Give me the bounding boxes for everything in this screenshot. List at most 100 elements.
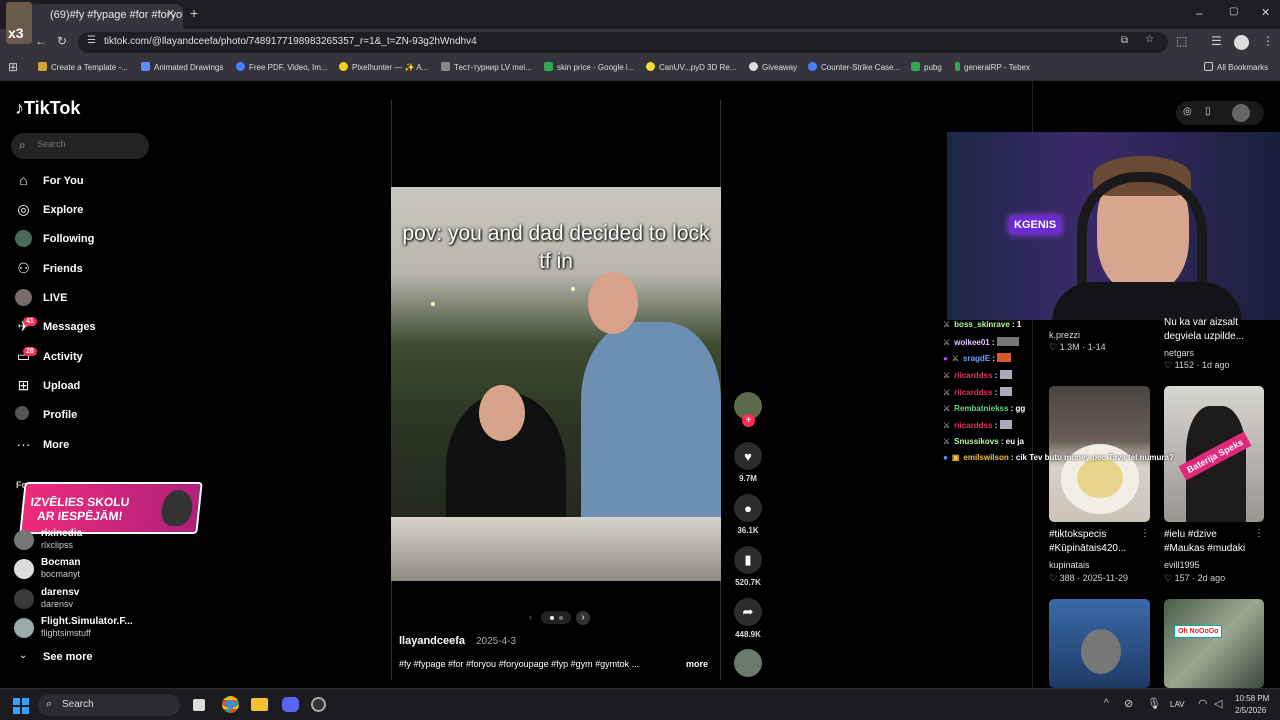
back-icon[interactable]: ← — [35, 34, 47, 48]
account-flightsim[interactable]: Flight.Simulator.F... flightsimstuff — [14, 616, 164, 642]
share-button[interactable]: ➦ 448.9K — [733, 598, 763, 639]
phone-icon[interactable]: ▯ — [1205, 106, 1211, 117]
media-icon[interactable]: ☰ — [1211, 34, 1222, 48]
account-name: Flight.Simulator.F... — [41, 616, 133, 627]
ad-banner[interactable]: IZVĒLIES SKOLU AR IESPĒJĀM! — [19, 482, 203, 534]
card-author: k.prezzi — [1049, 330, 1081, 340]
account-name: rixinedia — [41, 528, 83, 539]
card-options-icon[interactable]: ⋮ — [1140, 528, 1150, 539]
bookmark-4[interactable]: Тест-турнир LV mei... — [441, 62, 532, 72]
nav-label: Friends — [43, 263, 83, 275]
new-tab-icon[interactable]: + — [190, 5, 198, 21]
bookmark-0[interactable]: Create a Template -... — [38, 62, 128, 72]
star-icon[interactable]: ☆ — [1145, 34, 1154, 45]
site-info-icon[interactable]: ☰ — [87, 35, 96, 46]
emote-icon — [996, 337, 1019, 346]
minimize-icon[interactable]: – — [1196, 6, 1203, 20]
maximize-icon[interactable]: ▢ — [1229, 6, 1238, 17]
profile-icon[interactable] — [1234, 35, 1249, 50]
card-caption-line2: degviela uzpilde... — [1164, 331, 1245, 342]
wifi-icon[interactable]: ◠ — [1198, 697, 1208, 710]
search-box[interactable]: ⌕ — [11, 133, 149, 159]
clock-time[interactable]: 10:58 PM — [1235, 694, 1269, 703]
close-icon[interactable]: ✕ — [166, 7, 175, 20]
account-bocman[interactable]: Bocman bocmanyt — [14, 557, 164, 583]
bookmark-9[interactable]: pubg — [911, 62, 942, 72]
search-icon: ⌕ — [46, 698, 53, 710]
menu-icon[interactable]: ⋮ — [1262, 34, 1274, 48]
chat-line-5: ⚔ Rembatniekss : gg — [943, 404, 1026, 413]
pilot-helmet — [1081, 629, 1121, 674]
card-meta: ♡ 1.3M · 1-14 — [1049, 342, 1106, 352]
cast-icon[interactable]: ⧉ — [1121, 35, 1128, 46]
dot — [559, 616, 563, 620]
window-close-icon[interactable]: ✕ — [1261, 6, 1270, 19]
card-caption-line1: #tiktokspecis — [1049, 529, 1107, 540]
sword-icon: ⚔ — [943, 320, 951, 329]
follow-plus-icon[interactable]: + — [742, 414, 755, 427]
clock-date[interactable]: 2/5/2026 — [1235, 706, 1266, 715]
post-photo[interactable]: pov: you and dad decided to lock tf in — [391, 187, 721, 581]
tiktok-logo[interactable]: ♪TikTok — [15, 98, 80, 119]
chat-line-6: ⚔ riicarddss : — [943, 420, 1012, 430]
card-meta: ♡ 1152 · 1d ago — [1164, 360, 1230, 370]
network-icon[interactable]: ⊘ — [1124, 697, 1133, 710]
language-indicator[interactable]: LAV — [1170, 700, 1185, 709]
post-author[interactable]: llayandceefa — [399, 635, 465, 647]
share-icon: ➦ — [734, 598, 762, 626]
reload-icon[interactable]: ↻ — [57, 34, 67, 48]
bookmark-3[interactable]: Pixelhunter — ✨ A... — [339, 62, 428, 72]
account-rixinedia[interactable]: rixinedia rlxclipss — [14, 528, 164, 554]
mic-icon[interactable]: 🎙 — [1147, 697, 1161, 710]
user-avatar[interactable] — [1232, 104, 1250, 122]
bookmark-10[interactable]: generalRP - Tebex — [955, 62, 1030, 72]
explorer-icon[interactable] — [251, 698, 268, 711]
card-meta: ♡ 388 · 2025-11-29 — [1049, 573, 1128, 583]
task-view-icon[interactable] — [193, 699, 205, 711]
comment-button[interactable]: ● 36.1K — [733, 494, 763, 535]
bookmark-5[interactable]: skin price - Google i... — [544, 62, 634, 72]
emote-icon — [999, 420, 1012, 429]
extensions-icon[interactable]: ⬚ — [1176, 34, 1187, 48]
taskbar-search[interactable]: ⌕ Search — [38, 694, 180, 716]
tray-chevron-icon[interactable]: ^ — [1104, 698, 1109, 709]
windows-start-icon[interactable] — [13, 698, 29, 714]
save-button[interactable]: ▮ 520.7K — [733, 546, 763, 587]
slide-prev-icon[interactable]: ‹ — [524, 611, 537, 624]
webcam-logo: x3 — [8, 25, 24, 41]
like-button[interactable]: ♥ 9.7M — [733, 442, 763, 483]
volume-icon[interactable]: ◁ — [1214, 697, 1222, 710]
nav-label: Messages — [43, 321, 96, 333]
card-options-icon[interactable]: ⋮ — [1254, 528, 1264, 539]
account-name: darensv — [41, 587, 80, 598]
all-bookmarks[interactable]: All Bookmarks — [1204, 62, 1268, 72]
discord-icon[interactable] — [282, 697, 299, 712]
creator-avatar[interactable]: + — [733, 392, 763, 427]
heart-icon: ♡ — [1164, 573, 1173, 583]
app-icon[interactable] — [311, 697, 326, 712]
account-darensv[interactable]: darensv darensv — [14, 587, 164, 613]
slide-next-icon[interactable]: › — [576, 611, 590, 625]
avatar — [14, 559, 34, 579]
bookmark-7[interactable]: Giveaway — [749, 62, 797, 72]
badge-icon: ● — [943, 453, 948, 462]
chrome-icon[interactable] — [222, 696, 239, 713]
apps-icon[interactable]: ⊞ — [8, 60, 18, 74]
more-caption-button[interactable]: more — [686, 659, 708, 669]
account-name: Bocman — [41, 557, 81, 568]
likes-count: 9.7M — [739, 474, 757, 483]
live-avatar-icon — [15, 289, 32, 306]
sound-disc[interactable] — [733, 649, 763, 677]
bookmark-8[interactable]: Counter-Strike Case... — [808, 62, 900, 72]
url-field[interactable]: ☰ tiktok.com/@llayandceefa/photo/7489177… — [78, 32, 1168, 53]
desktop-icon[interactable]: ◎ — [1183, 106, 1192, 117]
taskbar-search-label: Search — [62, 699, 94, 710]
search-input[interactable] — [37, 139, 137, 149]
chat-msg: eu ja — [1005, 437, 1024, 446]
browser-tab[interactable]: (69)#fy #fypage #for #foryou #... — [28, 4, 183, 29]
bookmark-2[interactable]: Free PDF, Video, Im... — [236, 62, 328, 72]
card-caption-line2: #Kūpinātais420... — [1049, 543, 1127, 554]
bookmark-6[interactable]: CanUV...pyD 3D Re... — [646, 62, 737, 72]
toolbar-right: ◎ ▯ — [1176, 101, 1264, 125]
bookmark-1[interactable]: Animated Drawings — [141, 62, 223, 72]
